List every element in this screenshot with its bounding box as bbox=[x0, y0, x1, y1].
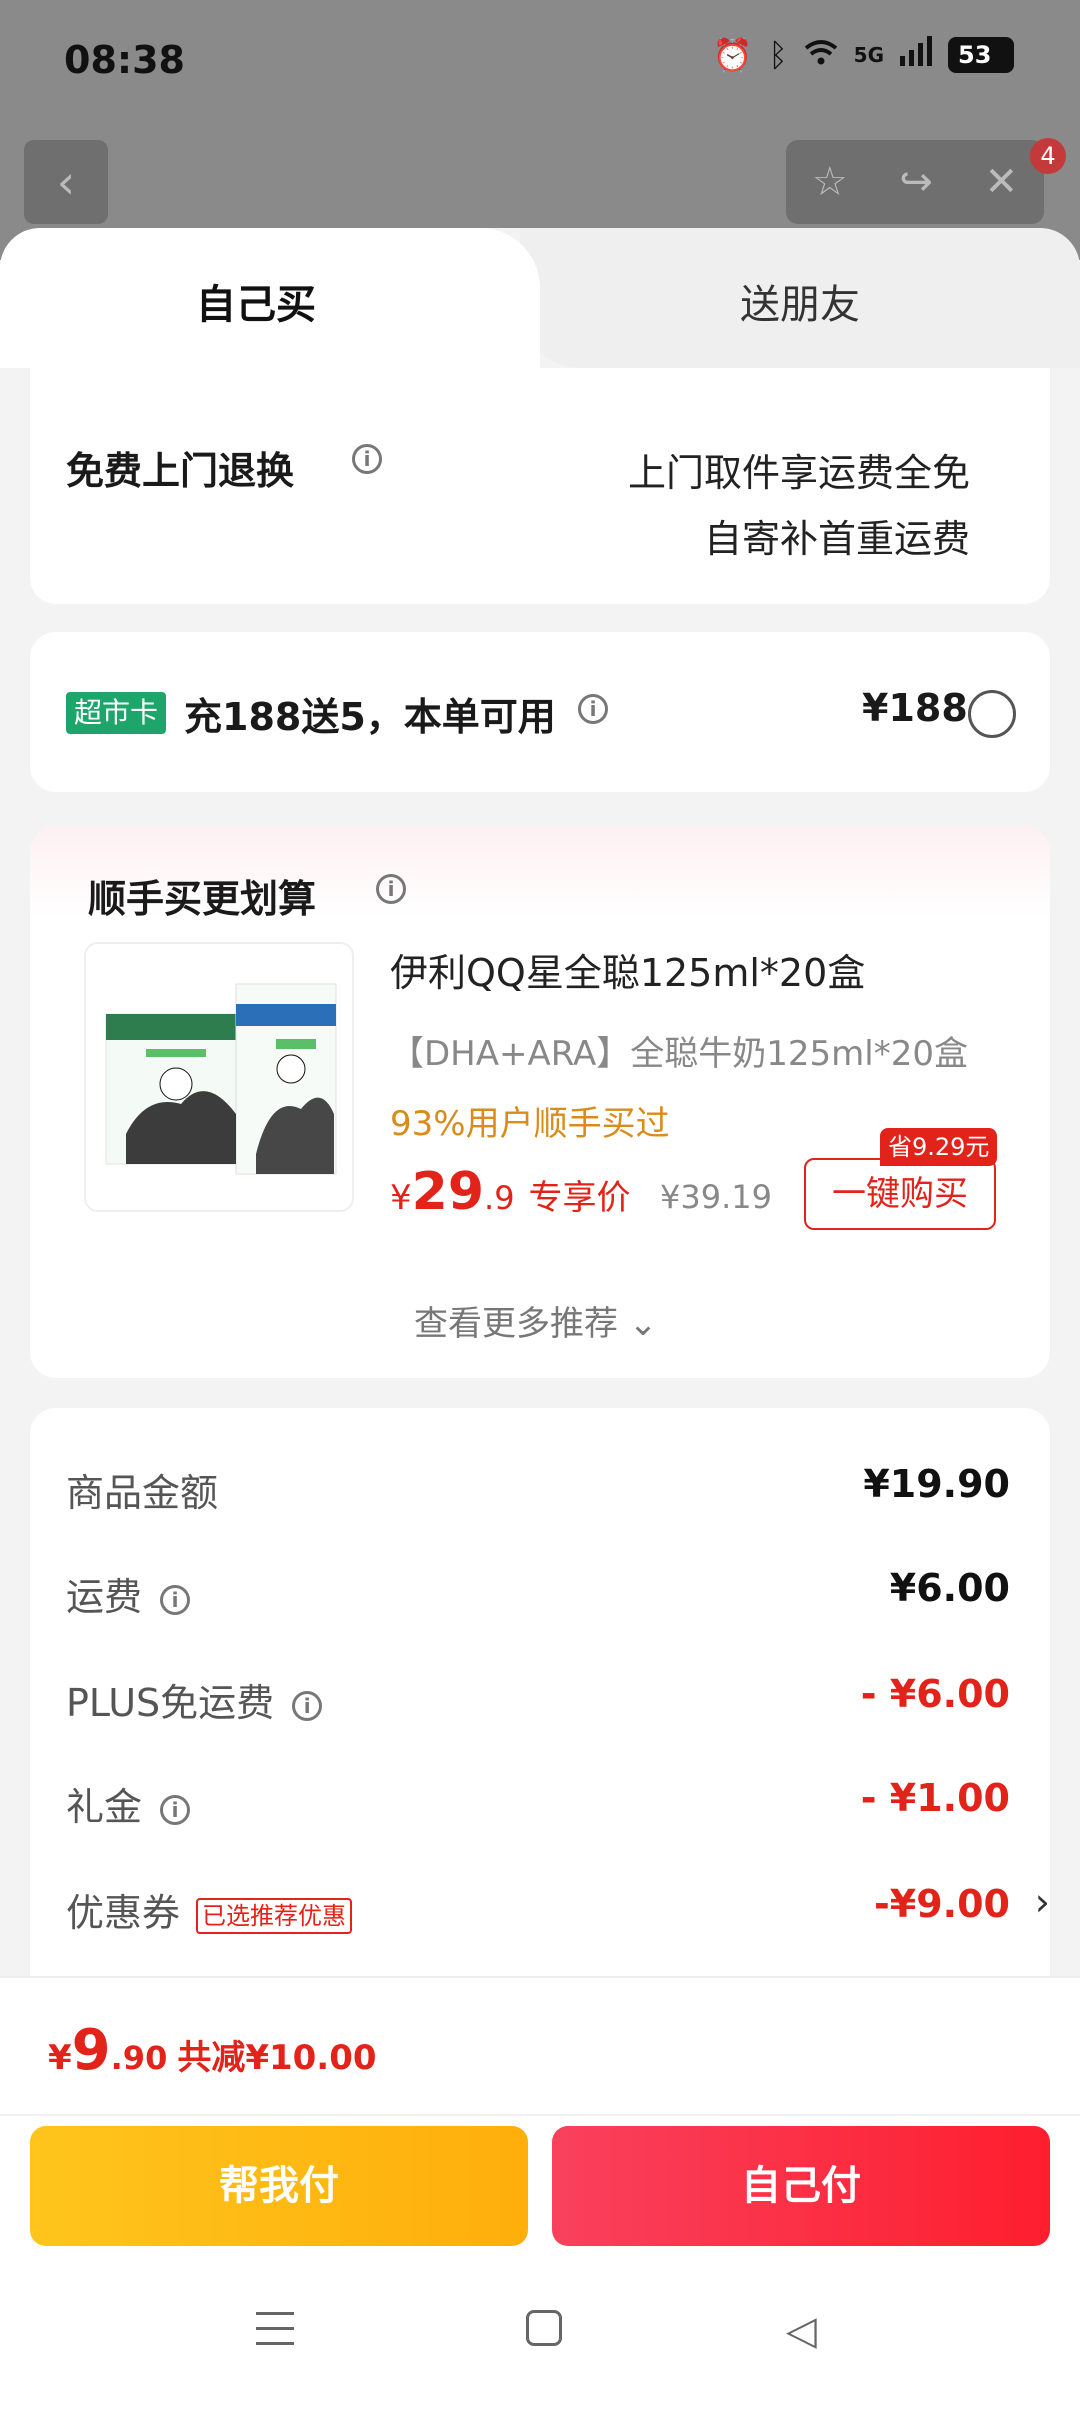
network-label: 5G bbox=[853, 43, 884, 67]
status-icons: ⏰ ᛒ 5G 53 bbox=[713, 36, 1014, 74]
total-currency: ¥ bbox=[48, 2038, 72, 2078]
price-decimal: .9 bbox=[484, 1179, 515, 1217]
summary-value: ¥19.90 bbox=[863, 1462, 1010, 1506]
return-service-title: 免费上门退换 bbox=[66, 449, 295, 493]
product-description: 【DHA+ARA】全聪牛奶125ml*20盒 bbox=[390, 1034, 968, 1074]
return-service-details: 上门取件享运费全免 自寄补首重运费 bbox=[628, 440, 970, 572]
summary-row-gift-money: 礼金 i - ¥1.00 bbox=[66, 1770, 1016, 1830]
battery-icon: 53 bbox=[948, 37, 1014, 73]
system-nav-bar: ◁ bbox=[0, 2270, 1080, 2412]
price-integer: 29 bbox=[411, 1162, 485, 1222]
chevron-right-icon[interactable]: › bbox=[1035, 1880, 1050, 1924]
menu-icon[interactable] bbox=[256, 2312, 294, 2348]
original-price: ¥39.19 bbox=[660, 1178, 772, 1216]
price-tag: 专享价 bbox=[528, 1178, 631, 1218]
one-click-buy-button[interactable]: 一键购买 bbox=[804, 1158, 996, 1230]
status-time: 08:38 bbox=[64, 38, 185, 82]
summary-label: 礼金 bbox=[66, 1785, 143, 1829]
summary-label-wrap: PLUS免运费 i bbox=[66, 1672, 323, 1727]
summary-value: - ¥1.00 bbox=[860, 1776, 1010, 1820]
info-icon[interactable]: i bbox=[376, 874, 406, 904]
product-image[interactable] bbox=[84, 942, 354, 1212]
price-currency: ¥ bbox=[390, 1178, 412, 1218]
tab-bar: 送朋友 自己买 bbox=[0, 228, 1080, 368]
summary-value: -¥9.00 bbox=[874, 1882, 1010, 1926]
summary-label: PLUS免运费 bbox=[66, 1681, 275, 1725]
share-icon[interactable]: ↪ bbox=[899, 159, 933, 205]
summary-label: 优惠券 bbox=[66, 1891, 181, 1935]
info-icon[interactable]: i bbox=[160, 1584, 191, 1615]
return-line-1: 上门取件享运费全免 bbox=[627, 451, 970, 495]
status-bar: 08:38 ⏰ ᛒ 5G 53 bbox=[0, 0, 1080, 120]
star-icon[interactable]: ☆ bbox=[812, 159, 848, 205]
tab-label: 送朋友 bbox=[740, 282, 860, 328]
tab-gift-friend[interactable]: 送朋友 bbox=[520, 228, 1080, 368]
addon-title: 顺手买更划算 bbox=[88, 877, 317, 921]
info-icon[interactable]: i bbox=[292, 1690, 323, 1721]
tab-label: 自己买 bbox=[196, 282, 316, 328]
supermarket-card-tag: 超市卡 bbox=[66, 692, 167, 734]
help-me-pay-button[interactable]: 帮我付 bbox=[30, 2126, 528, 2246]
message-badge: 4 bbox=[1030, 138, 1066, 174]
info-icon[interactable]: i bbox=[352, 444, 382, 474]
summary-row-coupon[interactable]: 优惠券 已选推荐优惠 -¥9.00 › bbox=[66, 1876, 1050, 1937]
back-button[interactable]: ‹ bbox=[24, 140, 108, 224]
product-price: ¥29.9 专享价 bbox=[390, 1162, 631, 1222]
addon-recommend-card: 顺手买更划算 i 伊利QQ星全聪125ml*20盒 【DHA+ARA】全聪牛奶1… bbox=[30, 826, 1050, 1378]
total-price: ¥9.90 共减¥10.00 bbox=[48, 2018, 377, 2083]
product-name[interactable]: 伊利QQ星全聪125ml*20盒 bbox=[390, 942, 865, 997]
summary-label: 运费 bbox=[66, 1575, 143, 1619]
info-icon[interactable]: i bbox=[578, 694, 608, 724]
summary-label-wrap: 运费 i bbox=[66, 1566, 191, 1621]
summary-row-plus-shipping: PLUS免运费 i - ¥6.00 bbox=[66, 1666, 1016, 1726]
return-line-2: 自寄补首重运费 bbox=[703, 517, 970, 561]
more-recommendations-link[interactable]: 查看更多推荐 ⌄ bbox=[414, 1296, 657, 1345]
chevron-left-icon: ‹ bbox=[56, 155, 76, 209]
summary-value: - ¥6.00 bbox=[860, 1672, 1010, 1716]
divider bbox=[0, 2114, 1080, 2116]
bluetooth-icon: ᛒ bbox=[768, 36, 788, 74]
alarm-icon: ⏰ bbox=[712, 36, 753, 74]
summary-label: 商品金额 bbox=[66, 1471, 219, 1515]
wifi-icon bbox=[804, 36, 838, 74]
return-service-card: 免费上门退换 i 上门取件享运费全免 自寄补首重运费 bbox=[30, 368, 1050, 604]
total-decimal: .90 bbox=[110, 2039, 168, 2077]
supermarket-card-text: 充188送5，本单可用 bbox=[184, 695, 556, 739]
close-icon[interactable]: ✕ bbox=[985, 159, 1019, 205]
total-saved: 共减¥10.00 bbox=[177, 2038, 377, 2078]
save-badge: 省9.29元 bbox=[880, 1128, 998, 1166]
pay-self-button[interactable]: 自己付 bbox=[552, 2126, 1050, 2246]
supermarket-card-row[interactable]: 超市卡 充188送5，本单可用 i ¥188 bbox=[30, 632, 1050, 792]
supermarket-card-price: ¥188 bbox=[862, 686, 968, 730]
total-integer: 9 bbox=[71, 2018, 111, 2083]
back-triangle-icon[interactable]: ◁ bbox=[786, 2308, 817, 2354]
summary-row-goods: 商品金额 ¥19.90 bbox=[66, 1456, 1016, 1516]
home-icon[interactable] bbox=[526, 2310, 562, 2346]
supermarket-card-radio[interactable] bbox=[968, 690, 1016, 738]
info-icon[interactable]: i bbox=[160, 1794, 191, 1825]
top-actions: ☆ ↪ ✕ bbox=[786, 140, 1044, 224]
summary-value: ¥6.00 bbox=[889, 1566, 1010, 1610]
summary-label-wrap: 礼金 i bbox=[66, 1776, 191, 1831]
tab-buy-self[interactable]: 自己买 bbox=[0, 228, 540, 368]
signal-icon bbox=[900, 36, 932, 74]
coupon-tag: 已选推荐优惠 bbox=[196, 1897, 353, 1934]
summary-label-wrap: 优惠券 已选推荐优惠 bbox=[66, 1882, 353, 1937]
product-stat: 93%用户顺手买过 bbox=[390, 1104, 670, 1144]
summary-row-shipping: 运费 i ¥6.00 bbox=[66, 1560, 1016, 1620]
